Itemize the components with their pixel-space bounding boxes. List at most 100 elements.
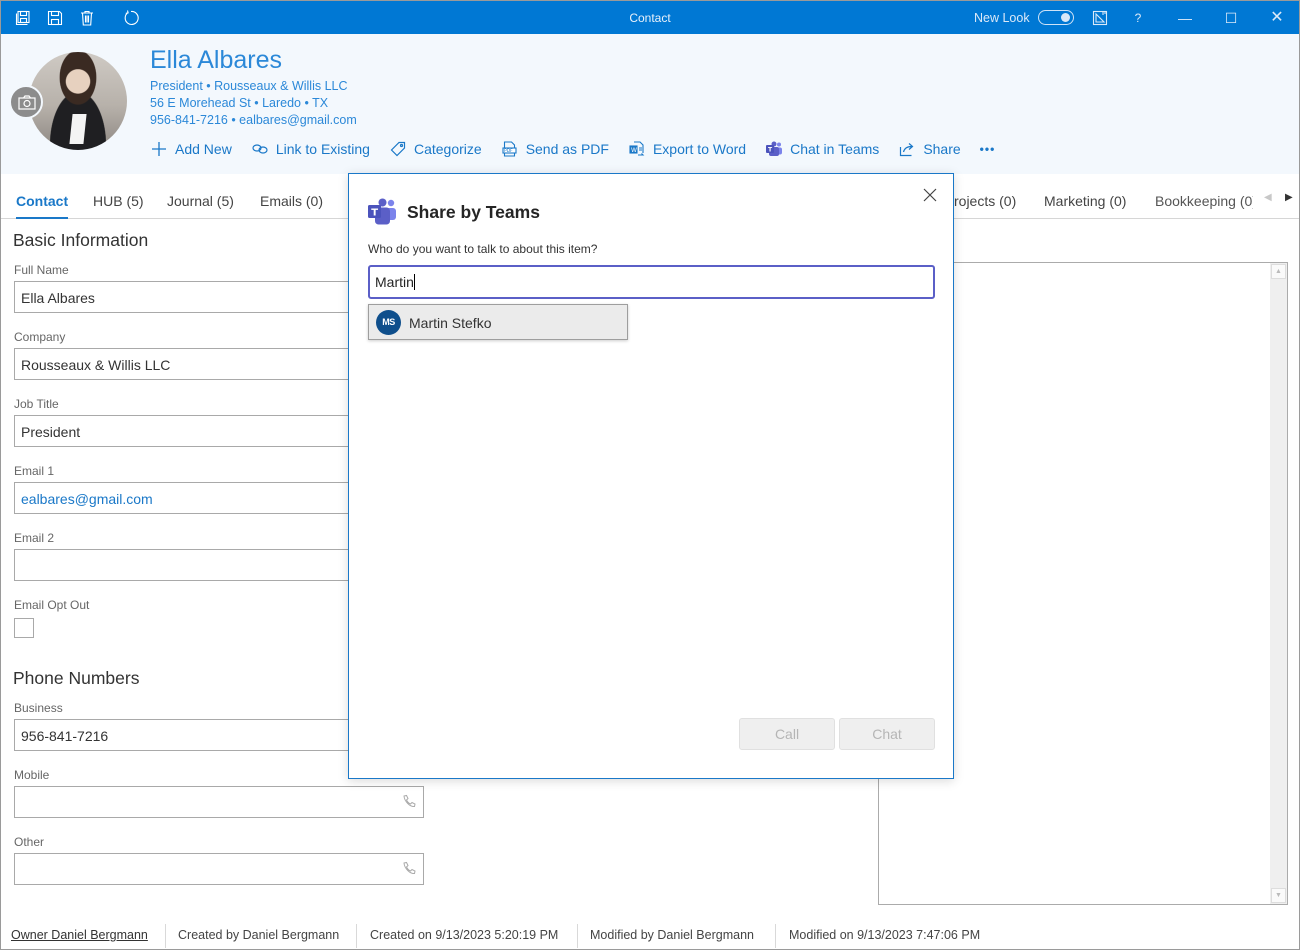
phone-icon[interactable] — [401, 861, 417, 877]
share-icon — [898, 140, 916, 158]
company-label: Company — [14, 330, 66, 344]
text-caret — [413, 274, 415, 290]
scroll-up-icon[interactable]: ▲ — [1271, 264, 1286, 279]
share-button[interactable]: Share — [898, 140, 961, 158]
contact-title-company: President • Rousseaux & Willis LLC — [150, 79, 348, 93]
owner-link[interactable]: Owner Daniel Bergmann — [11, 928, 148, 942]
chat-in-teams-button[interactable]: T Chat in Teams — [765, 140, 879, 158]
status-divider — [775, 924, 776, 948]
help-button[interactable]: ? — [1127, 7, 1149, 29]
teams-logo-icon: T — [368, 198, 396, 225]
job-title-label: Job Title — [14, 397, 59, 411]
contact-photo — [29, 52, 127, 150]
svg-text:W: W — [631, 147, 637, 154]
business-phone-label: Business — [14, 701, 63, 715]
modified-on: Modified on 9/13/2023 7:47:06 PM — [789, 928, 981, 942]
save-and-close-icon[interactable] — [14, 9, 32, 27]
scroll-down-icon[interactable]: ▼ — [1271, 888, 1286, 903]
tab-hub[interactable]: HUB (5) — [93, 193, 144, 209]
status-divider — [577, 924, 578, 948]
other-phone-label: Other — [14, 835, 45, 849]
add-new-button[interactable]: Add New — [150, 140, 232, 158]
action-label: Add New — [175, 141, 232, 157]
action-label: Share — [923, 141, 961, 157]
mobile-phone-label: Mobile — [14, 768, 50, 782]
maximize-button[interactable]: ☐ — [1220, 7, 1242, 29]
dialog-prompt: Who do you want to talk to about this it… — [368, 242, 598, 256]
contact-window: Contact New Look ? — ☐ ✕ Ella Albares Pr… — [0, 0, 1300, 950]
contact-phone-email: 956-841-7216 • ealbares@gmail.com — [150, 113, 357, 127]
svg-text:T: T — [371, 208, 378, 219]
refresh-icon[interactable] — [122, 9, 140, 27]
change-photo-button[interactable] — [9, 85, 43, 119]
created-on: Created on 9/13/2023 5:20:19 PM — [370, 928, 559, 942]
notes-scrollbar[interactable]: ▲ ▼ — [1270, 263, 1287, 904]
new-look-label: New Look — [974, 11, 1030, 25]
svg-text:PDF: PDF — [504, 148, 513, 154]
contact-address: 56 E Morehead St • Laredo • TX — [150, 96, 329, 110]
action-label: Export to Word — [652, 141, 747, 157]
share-by-teams-dialog: T Share by Teams Who do you want to talk… — [348, 173, 954, 779]
other-phone-field[interactable] — [14, 853, 424, 885]
delete-icon[interactable] — [78, 9, 96, 27]
call-button[interactable]: Call — [739, 718, 835, 750]
mobile-phone-field[interactable] — [14, 786, 424, 818]
tab-marketing[interactable]: Marketing (0) — [1044, 193, 1126, 209]
phone-numbers-heading: Phone Numbers — [13, 668, 140, 688]
tab-scroll-left-icon[interactable]: ◀ — [1264, 192, 1272, 203]
avatar: MS — [376, 310, 401, 335]
email1-label: Email 1 — [14, 464, 55, 478]
suggestion-item[interactable]: MS Martin Stefko — [368, 304, 628, 340]
tab-emails[interactable]: Emails (0) — [260, 193, 323, 209]
basic-information-heading: Basic Information — [13, 230, 149, 250]
minimize-button[interactable]: — — [1174, 7, 1196, 29]
recipient-search-input[interactable]: Martin — [368, 265, 935, 299]
ruler-icon[interactable] — [1089, 7, 1111, 29]
email-opt-out-checkbox[interactable] — [14, 618, 34, 638]
status-divider — [165, 924, 166, 948]
toggle-knob — [1061, 13, 1070, 22]
tab-contact[interactable]: Contact — [16, 193, 69, 219]
tab-journal[interactable]: Journal (5) — [167, 193, 234, 209]
dialog-title: Share by Teams — [407, 202, 540, 222]
categorize-button[interactable]: Categorize — [389, 140, 482, 158]
suggestion-name: Martin Stefko — [409, 315, 492, 331]
close-icon[interactable] — [921, 186, 939, 204]
new-look-toggle[interactable] — [1038, 10, 1074, 25]
full-name-label: Full Name — [14, 263, 69, 277]
action-label: Categorize — [413, 141, 482, 157]
link-icon — [251, 140, 269, 158]
pdf-icon: PDF — [501, 140, 519, 158]
action-label: Chat in Teams — [790, 141, 880, 157]
chat-button[interactable]: Chat — [839, 718, 935, 750]
link-to-existing-button[interactable]: Link to Existing — [251, 140, 370, 158]
contact-name: Ella Albares — [150, 46, 283, 74]
tag-icon — [389, 140, 407, 158]
export-to-word-button[interactable]: W Export to Word — [628, 140, 746, 158]
phone-icon[interactable] — [401, 794, 417, 810]
tab-bookkeeping[interactable]: Bookkeeping (0) — [1155, 193, 1253, 209]
teams-icon: T — [765, 140, 783, 158]
close-button[interactable]: ✕ — [1266, 7, 1288, 29]
send-as-pdf-button[interactable]: PDF Send as PDF — [501, 140, 609, 158]
plus-icon — [150, 140, 168, 158]
save-icon[interactable] — [46, 9, 64, 27]
title-bar: Contact New Look ? — ☐ ✕ — [1, 1, 1299, 34]
status-bar: Owner Daniel Bergmann Created by Daniel … — [1, 919, 1299, 949]
created-by: Created by Daniel Bergmann — [178, 928, 340, 942]
tab-projects[interactable]: rojects (0) — [954, 193, 1016, 209]
tab-scroll-right-icon[interactable]: ▶ — [1285, 192, 1293, 203]
status-divider — [356, 924, 357, 948]
modified-by: Modified by Daniel Bergmann — [590, 928, 754, 942]
contact-header: Ella Albares President • Rousseaux & Wil… — [1, 34, 1299, 174]
recipient-search-value: Martin — [375, 274, 414, 290]
camera-icon — [18, 95, 36, 110]
action-bar: Add New Link to Existing Categorize PDF … — [150, 138, 1014, 160]
email-opt-out-label: Email Opt Out — [14, 598, 90, 612]
action-label: Link to Existing — [275, 141, 370, 157]
email2-label: Email 2 — [14, 531, 55, 545]
more-icon: ••• — [979, 142, 996, 156]
more-actions-button[interactable]: ••• — [980, 142, 996, 156]
word-icon: W — [628, 140, 646, 158]
action-label: Send as PDF — [525, 141, 609, 157]
